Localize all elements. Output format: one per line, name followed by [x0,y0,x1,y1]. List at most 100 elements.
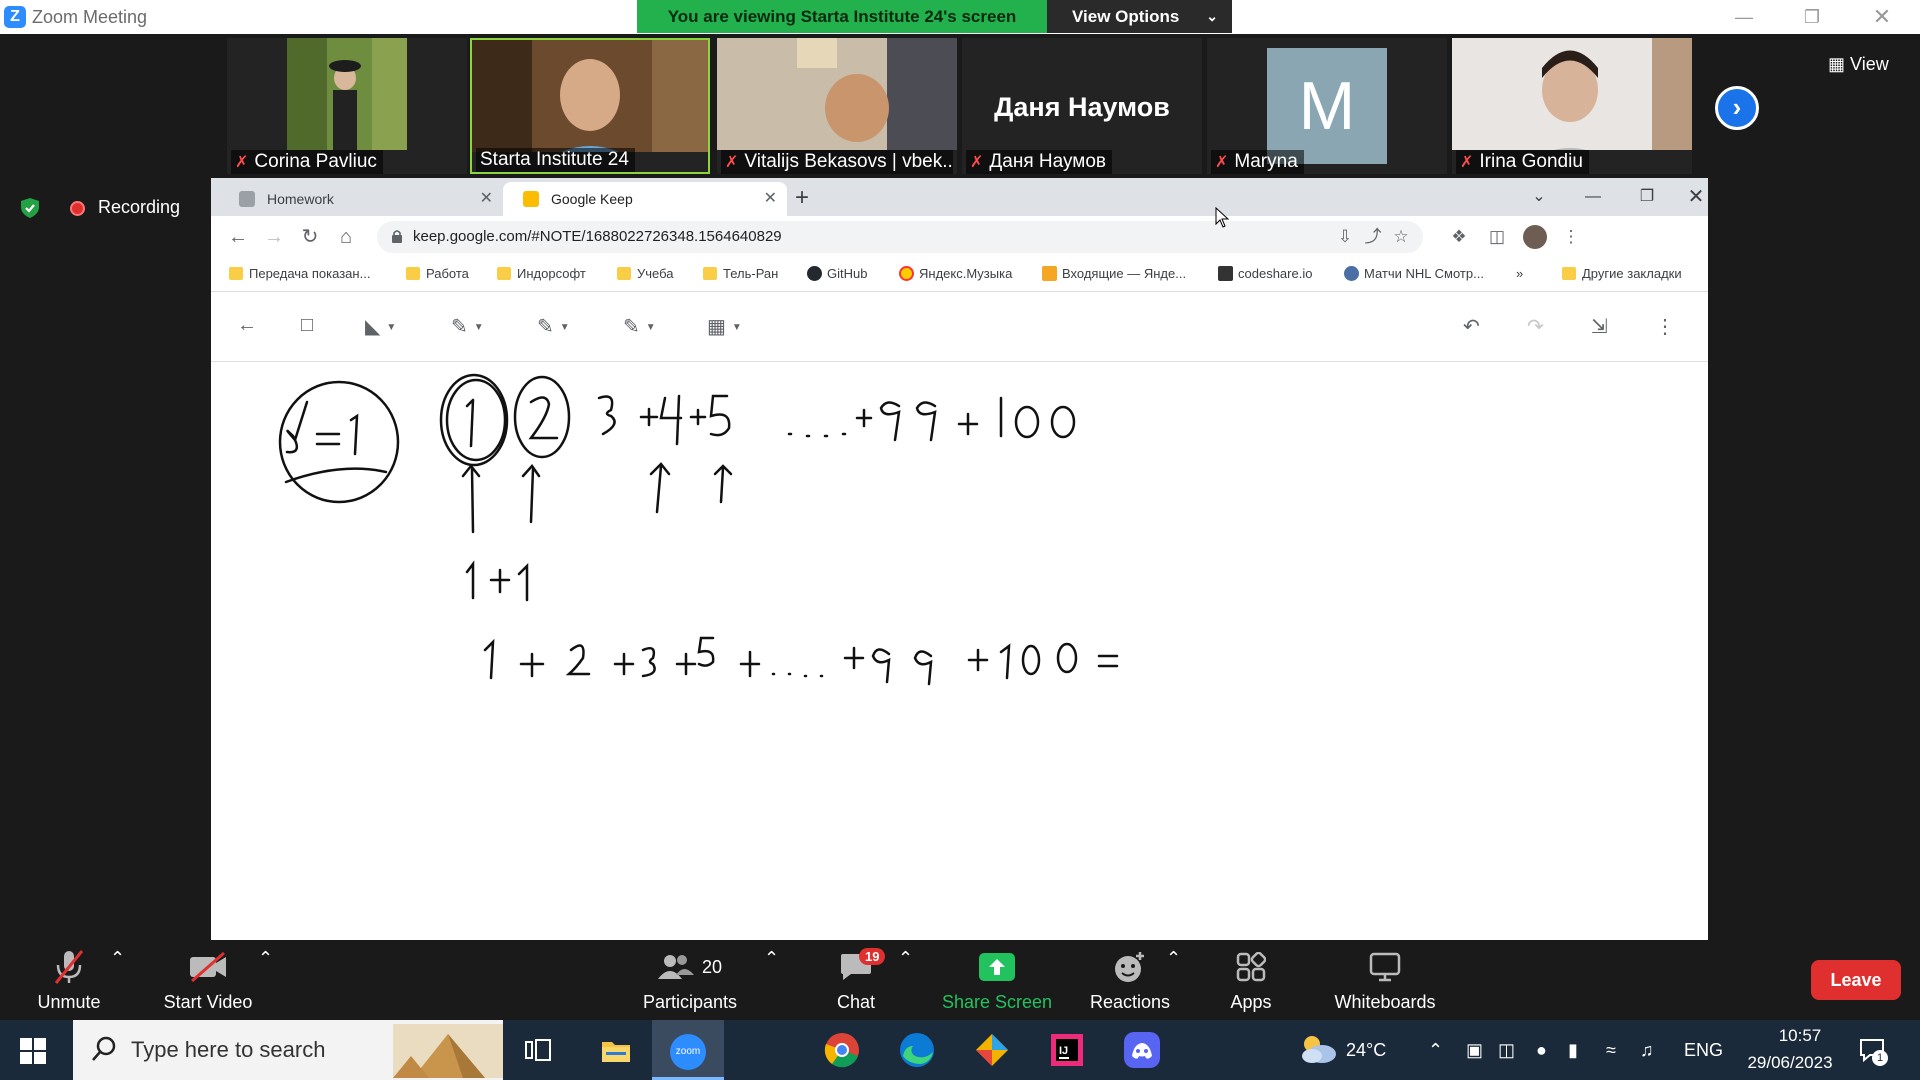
participants-button[interactable]: 20 Participants [640,948,740,1013]
bookmark-item[interactable]: Матчи NHL Смотр... [1344,266,1484,281]
chrome-restore-button[interactable]: ❐ [1627,182,1667,212]
chrome-minimize-button[interactable]: — [1573,182,1613,212]
reactions-chevron-icon[interactable]: ⌃ [1166,948,1181,969]
microphone-icon[interactable]: ● [1536,1040,1547,1061]
address-bar[interactable]: keep.google.com/#NOTE/1688022726348.1564… [377,221,1423,253]
tab-search-icon[interactable]: ⌄ [1519,182,1559,212]
drawing-canvas[interactable] [211,362,1708,940]
redo-icon[interactable]: ↷ [1527,314,1544,340]
bookmark-item[interactable]: Входящие — Янде... [1042,266,1186,281]
highlighter-tool-icon[interactable]: ✎ ▼ [623,314,656,340]
participant-tile[interactable]: Даня Наумов ✗ Даня Наумов [962,38,1202,174]
chrome-icon[interactable] [822,1030,862,1070]
notification-icon[interactable]: 1 [1858,1036,1888,1066]
bookmark-item[interactable]: Индорсофт [497,266,586,281]
audio-options-chevron-icon[interactable]: ⌃ [110,948,125,969]
chat-chevron-icon[interactable]: ⌃ [898,948,913,969]
bookmark-item[interactable]: Передача показан... [229,266,370,281]
share-screen-button[interactable]: Share Screen [942,948,1052,1013]
task-view-icon[interactable] [520,1032,556,1068]
muted-mic-icon: ✗ [1215,154,1229,171]
lock-icon[interactable] [391,229,403,243]
grid-icon[interactable]: ▦ ▼ [707,314,742,340]
new-tab-button[interactable]: + [795,182,809,214]
file-explorer-icon[interactable] [596,1030,636,1070]
intellij-icon[interactable]: IJ [1047,1030,1087,1070]
tab-homework[interactable]: Homework ✕ [219,182,503,216]
reactions-button[interactable]: Reactions [1090,948,1170,1013]
forward-arrow-icon[interactable]: → [261,224,287,250]
back-arrow-icon[interactable]: ← [237,314,257,340]
close-tab-icon[interactable]: ✕ [764,182,777,216]
edge-icon[interactable] [897,1030,937,1070]
participants-chevron-icon[interactable]: ⌃ [764,948,779,969]
pen-tool-icon[interactable]: ✎ ▼ [451,314,484,340]
language-indicator[interactable]: ENG [1684,1040,1723,1061]
clock-time[interactable]: 10:57 [1760,1026,1840,1046]
chat-button[interactable]: 19 Chat [836,948,886,1013]
volume-icon[interactable]: ♫ [1640,1040,1654,1061]
undo-icon[interactable]: ↶ [1463,314,1480,340]
start-video-button[interactable]: Start Video [160,948,256,1013]
unmute-button[interactable]: Unmute [34,948,104,1013]
exit-fullscreen-icon[interactable]: ⇲ [1591,314,1608,340]
battery-icon[interactable]: ▮ [1568,1040,1578,1061]
profile-avatar[interactable] [1523,225,1547,249]
zoom-taskbar-app[interactable]: zoom [652,1020,724,1080]
tray-overflow-chevron-icon[interactable]: ⌃ [1428,1040,1443,1061]
view-button[interactable]: ▦ View [1828,54,1889,75]
marker-tool-icon[interactable]: ✎ ▼ [537,314,570,340]
bookmark-item[interactable]: GitHub [807,266,867,281]
minimize-button[interactable]: — [1722,4,1766,30]
participant-tile[interactable]: ✗ Vitalijs Bekasovs | vbek... [717,38,957,174]
meet-now-icon[interactable]: ▣ [1466,1040,1483,1061]
bookmark-star-icon[interactable]: ☆ [1391,227,1411,247]
close-button[interactable]: ✕ [1860,4,1904,30]
bookmark-item[interactable]: Другие закладки [1562,266,1682,281]
install-icon[interactable]: ⇩ [1335,227,1355,247]
participant-name: ✗ Vitalijs Bekasovs | vbek... [721,150,953,174]
select-tool-icon[interactable]: □ [301,314,313,340]
clock-date[interactable]: 29/06/2023 [1735,1053,1845,1073]
wifi-icon[interactable]: ≈ [1606,1040,1616,1061]
leave-button[interactable]: Leave [1811,960,1901,1000]
weather-temp[interactable]: 24°C [1346,1040,1386,1061]
bookmark-item[interactable]: Тель-Ран [703,266,778,281]
participant-tile-active[interactable]: Starta Institute 24 [470,38,710,174]
bookmark-item[interactable]: Учеба [617,266,674,281]
participant-tile[interactable]: M ✗ Maryna [1207,38,1447,174]
chrome-close-button[interactable]: ✕ [1681,182,1711,212]
back-arrow-icon[interactable]: ← [225,224,251,250]
chrome-menu-icon[interactable]: ⋮ [1561,227,1581,247]
folder-icon [617,267,631,280]
participant-tile[interactable]: ✗ Corina Pavliuc [227,38,467,174]
share-icon[interactable]: ⤴ [1363,227,1383,247]
bookmarks-overflow-button[interactable]: » [1516,266,1523,281]
windows-start-icon[interactable] [20,1038,46,1064]
discord-icon[interactable] [1122,1030,1162,1070]
bookmark-item[interactable]: Яндекс.Музыка [899,266,1012,281]
participant-tile[interactable]: ✗ Irina Gondiu [1452,38,1692,174]
next-page-arrow-icon[interactable]: › [1715,86,1759,130]
shield-icon[interactable] [18,196,42,220]
home-icon[interactable]: ⌂ [333,224,359,250]
git-client-icon[interactable] [972,1030,1012,1070]
extensions-icon[interactable]: ❖ [1449,227,1469,247]
weather-icon[interactable] [1298,1032,1338,1071]
restore-button[interactable]: ❐ [1790,4,1834,30]
view-options-button[interactable]: View Options ⌄ [1047,0,1232,33]
whiteboards-button[interactable]: Whiteboards [1330,948,1440,1013]
reload-icon[interactable]: ↻ [297,224,323,250]
close-tab-icon[interactable]: ✕ [480,182,493,216]
taskbar-search-box[interactable]: Type here to search [73,1020,503,1080]
apps-button[interactable]: Apps [1226,948,1276,1013]
participants-icon: 20 [640,948,740,986]
display-icon[interactable]: ◫ [1498,1040,1515,1061]
video-options-chevron-icon[interactable]: ⌃ [258,948,273,969]
tab-google-keep[interactable]: Google Keep ✕ [503,182,787,216]
bookmark-item[interactable]: Работа [406,266,469,281]
more-options-icon[interactable]: ⋮ [1655,314,1675,340]
side-panel-icon[interactable]: ◫ [1487,227,1507,247]
eraser-tool-icon[interactable]: ◣ ▼ [365,314,396,340]
bookmark-item[interactable]: codeshare.io [1218,266,1312,281]
